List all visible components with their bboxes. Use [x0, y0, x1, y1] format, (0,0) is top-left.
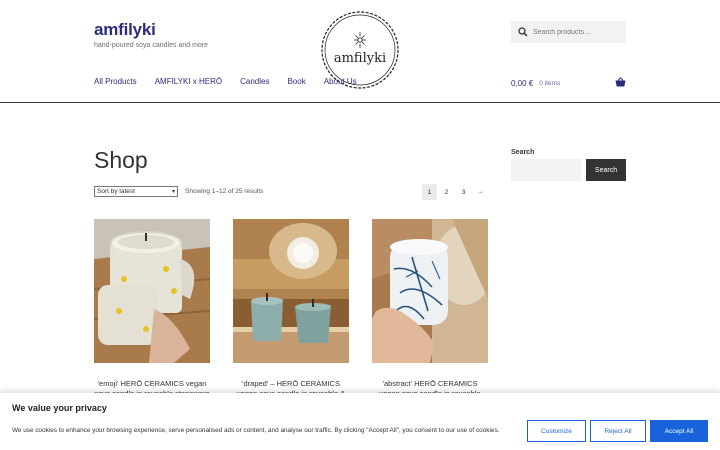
- accept-all-button[interactable]: Accept All: [650, 420, 708, 442]
- sort-selected-value: Sort by latest: [97, 188, 135, 195]
- next-page-arrow-icon[interactable]: →: [473, 184, 488, 200]
- page-3[interactable]: 3: [456, 184, 471, 200]
- site-title[interactable]: amfilyki: [94, 20, 156, 40]
- cookie-title: We value your privacy: [12, 403, 107, 413]
- search-icon: [518, 27, 528, 37]
- pagination: 1 2 3 →: [422, 184, 490, 200]
- customize-button[interactable]: Customize: [527, 420, 586, 442]
- sort-select[interactable]: Sort by latest ▾: [94, 186, 178, 197]
- nav-amfilyki-x-hero[interactable]: AMFILYKI x HERŌ: [155, 77, 222, 86]
- chevron-down-icon: ▾: [171, 189, 175, 195]
- header-divider: [0, 102, 720, 103]
- nav-book[interactable]: Book: [287, 77, 305, 86]
- product-card[interactable]: 'abstract' HERŌ CERAMICS vegan soya cand…: [372, 219, 494, 408]
- logo-text: amfilyki: [334, 51, 386, 66]
- result-count: Showing 1–12 of 25 results: [185, 188, 264, 195]
- nav-candles[interactable]: Candles: [240, 77, 269, 86]
- reject-all-button[interactable]: Reject All: [590, 420, 646, 442]
- basket-icon[interactable]: [615, 77, 626, 88]
- nav-all-products[interactable]: All Products: [94, 77, 137, 86]
- main-navigation: All Products AMFILYKI x HERŌ Candles Boo…: [94, 77, 375, 86]
- product-card[interactable]: 'draped' – HERŌ CERAMICS vegan soya cand…: [233, 219, 349, 408]
- cart-count[interactable]: 0 items: [539, 80, 560, 87]
- product-card[interactable]: 'emoji' HERŌ CERAMICS vegan soya candle …: [93, 219, 211, 398]
- product-image-draped-candle[interactable]: [233, 219, 349, 363]
- page-1[interactable]: 1: [422, 184, 437, 200]
- product-image-emoji-candle[interactable]: [93, 219, 211, 363]
- cookie-consent-banner: We value your privacy We use cookies to …: [0, 393, 720, 450]
- sidebar-search-input[interactable]: [511, 159, 581, 181]
- product-image-abstract-candle[interactable]: [372, 219, 494, 363]
- sidebar-search-title: Search: [511, 149, 535, 156]
- page-2[interactable]: 2: [439, 184, 454, 200]
- cart-summary[interactable]: 0,00 € 0 items: [511, 77, 626, 89]
- nav-about-us[interactable]: About Us: [324, 77, 357, 86]
- cart-amount[interactable]: 0,00 €: [511, 79, 533, 88]
- search-input[interactable]: [533, 28, 623, 36]
- page-title: Shop: [94, 147, 148, 173]
- site-tagline: hand-poured soya candles and more: [94, 42, 209, 49]
- cookie-text: We use cookies to enhance your browsing …: [12, 427, 500, 434]
- sidebar-search-button[interactable]: Search: [586, 159, 626, 181]
- product-search[interactable]: [511, 21, 626, 43]
